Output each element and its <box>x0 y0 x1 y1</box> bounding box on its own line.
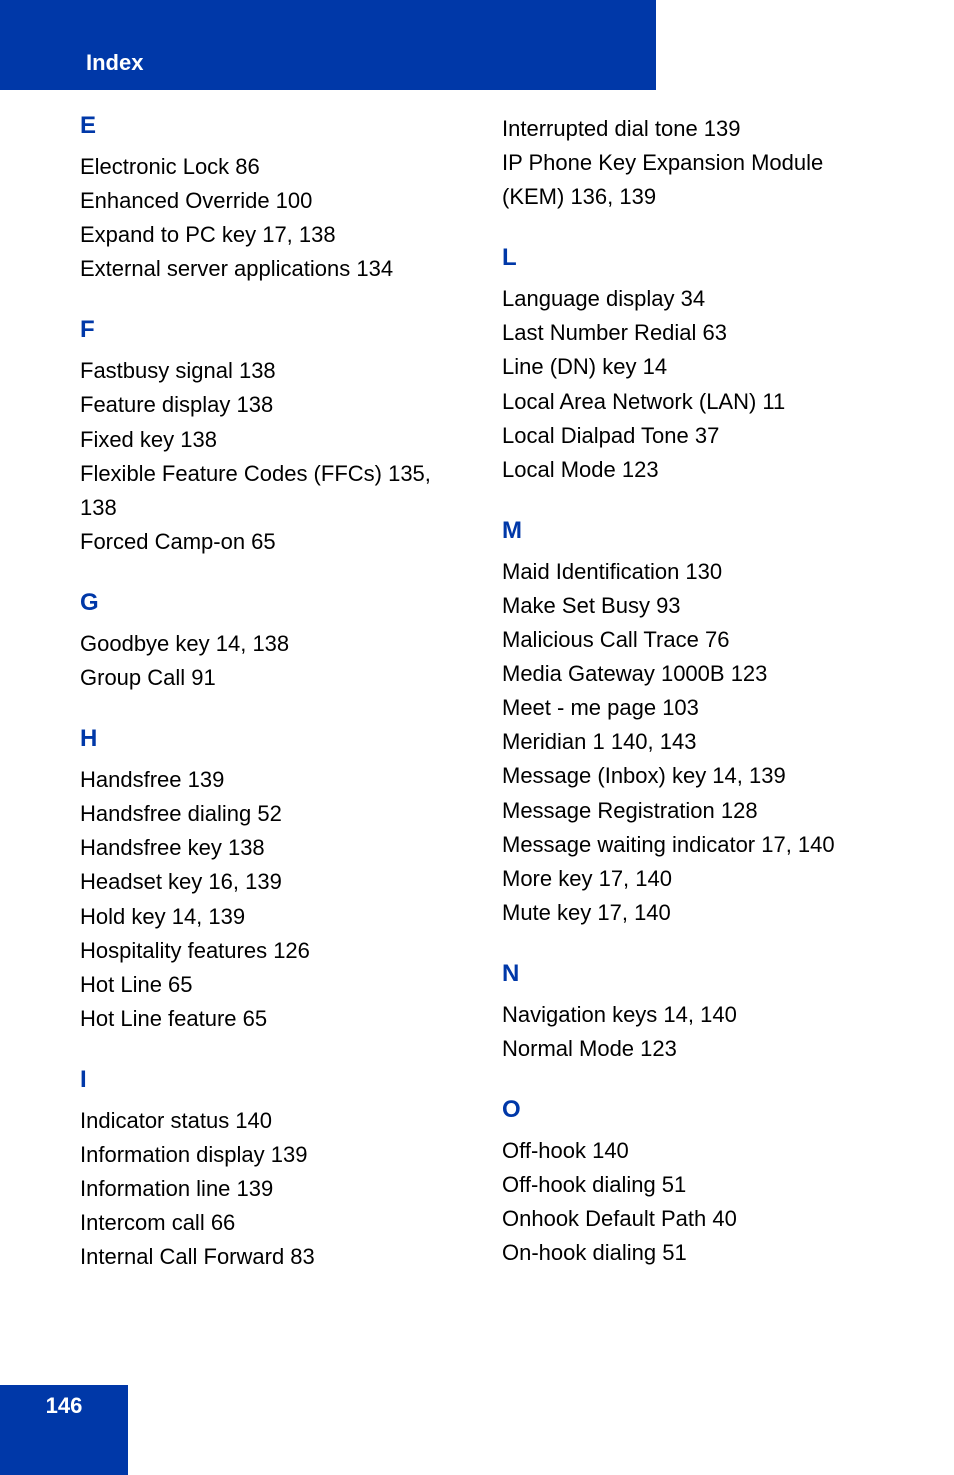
index-entry: Message waiting indicator 17, 140 <box>502 828 884 862</box>
index-entry: Local Dialpad Tone 37 <box>502 419 884 453</box>
index-section: M Maid Identification 130Make Set Busy 93… <box>502 517 884 930</box>
index-entry: Last Number Redial 63 <box>502 316 884 350</box>
index-entry: Flexible Feature Codes (FFCs) 135, 138 <box>80 457 462 525</box>
index-entry: Local Area Network (LAN) 11 <box>502 385 884 419</box>
index-tab: Index <box>0 36 656 90</box>
index-entry: Enhanced Override 100 <box>80 184 462 218</box>
index-entry: IP Phone Key Expansion Module (KEM) 136,… <box>502 146 884 214</box>
bottom-band <box>0 1425 128 1475</box>
index-entry: Hold key 14, 139 <box>80 900 462 934</box>
index-entry: Expand to PC key 17, 138 <box>80 218 462 252</box>
index-entry: Message Registration 128 <box>502 794 884 828</box>
index-section: E Electronic Lock 86Enhanced Override 100… <box>80 112 462 286</box>
index-entry: Meet - me page 103 <box>502 691 884 725</box>
section-letter: N <box>502 960 884 988</box>
column-right: Interrupted dial tone 139IP Phone Key Ex… <box>502 112 884 1304</box>
index-entry: Language display 34 <box>502 282 884 316</box>
index-entry: Headset key 16, 139 <box>80 865 462 899</box>
index-entry: Indicator status 140 <box>80 1104 462 1138</box>
index-entry: Information display 139 <box>80 1138 462 1172</box>
index-entry: Handsfree dialing 52 <box>80 797 462 831</box>
index-entry: Internal Call Forward 83 <box>80 1240 462 1274</box>
index-entry: Media Gateway 1000B 123 <box>502 657 884 691</box>
section-letter: F <box>80 316 462 344</box>
index-entry: Forced Camp-on 65 <box>80 525 462 559</box>
index-entry: Hot Line feature 65 <box>80 1002 462 1036</box>
index-entry: Navigation keys 14, 140 <box>502 998 884 1032</box>
index-entry: Feature display 138 <box>80 388 462 422</box>
index-entry: Malicious Call Trace 76 <box>502 623 884 657</box>
section-letter: H <box>80 725 462 753</box>
index-entry: Hospitality features 126 <box>80 934 462 968</box>
index-columns: E Electronic Lock 86Enhanced Override 100… <box>80 112 884 1304</box>
section-letter: I <box>80 1066 462 1094</box>
index-entry: External server applications 134 <box>80 252 462 286</box>
index-entry: Handsfree key 138 <box>80 831 462 865</box>
section-letter: L <box>502 244 884 272</box>
index-entry: Meridian 1 140, 143 <box>502 725 884 759</box>
index-entry: Intercom call 66 <box>80 1206 462 1240</box>
index-entry: Maid Identification 130 <box>502 555 884 589</box>
section-letter: E <box>80 112 462 140</box>
index-entry: Normal Mode 123 <box>502 1032 884 1066</box>
index-section: I Indicator status 140Information display… <box>80 1066 462 1274</box>
index-section: G Goodbye key 14, 138Group Call 91 <box>80 589 462 695</box>
index-entry: Group Call 91 <box>80 661 462 695</box>
page: Index E Electronic Lock 86Enhanced Overri… <box>0 0 954 1475</box>
index-section: O Off-hook 140Off-hook dialing 51Onhook D… <box>502 1096 884 1270</box>
index-entry: Handsfree 139 <box>80 763 462 797</box>
index-entry: On-hook dialing 51 <box>502 1236 884 1270</box>
section-letter: M <box>502 517 884 545</box>
index-entry: Make Set Busy 93 <box>502 589 884 623</box>
page-number: 146 <box>0 1385 128 1425</box>
index-entry: More key 17, 140 <box>502 862 884 896</box>
index-entry: Line (DN) key 14 <box>502 350 884 384</box>
index-entry: Fixed key 138 <box>80 423 462 457</box>
index-entry: Onhook Default Path 40 <box>502 1202 884 1236</box>
index-entry: Fastbusy signal 138 <box>80 354 462 388</box>
index-section: L Language display 34Last Number Redial 6… <box>502 244 884 487</box>
section-letter: G <box>80 589 462 617</box>
index-section: FFastbusy signal 138Feature display 138F… <box>80 316 462 559</box>
top-band <box>0 0 656 36</box>
index-section: N Navigation keys 14, 140Normal Mode 123 <box>502 960 884 1066</box>
index-entry: Goodbye key 14, 138 <box>80 627 462 661</box>
index-entry: Off-hook 140 <box>502 1134 884 1168</box>
index-section-continuation: Interrupted dial tone 139IP Phone Key Ex… <box>502 112 884 214</box>
index-entry: Off-hook dialing 51 <box>502 1168 884 1202</box>
index-entry: Mute key 17, 140 <box>502 896 884 930</box>
column-left: E Electronic Lock 86Enhanced Override 100… <box>80 112 462 1304</box>
index-entry: Interrupted dial tone 139 <box>502 112 884 146</box>
index-entry: Message (Inbox) key 14, 139 <box>502 759 884 793</box>
index-section: H Handsfree 139Handsfree dialing 52Handsf… <box>80 725 462 1036</box>
index-entry: Hot Line 65 <box>80 968 462 1002</box>
index-entry: Local Mode 123 <box>502 453 884 487</box>
section-letter: O <box>502 1096 884 1124</box>
index-entry: Electronic Lock 86 <box>80 150 462 184</box>
index-entry: Information line 139 <box>80 1172 462 1206</box>
